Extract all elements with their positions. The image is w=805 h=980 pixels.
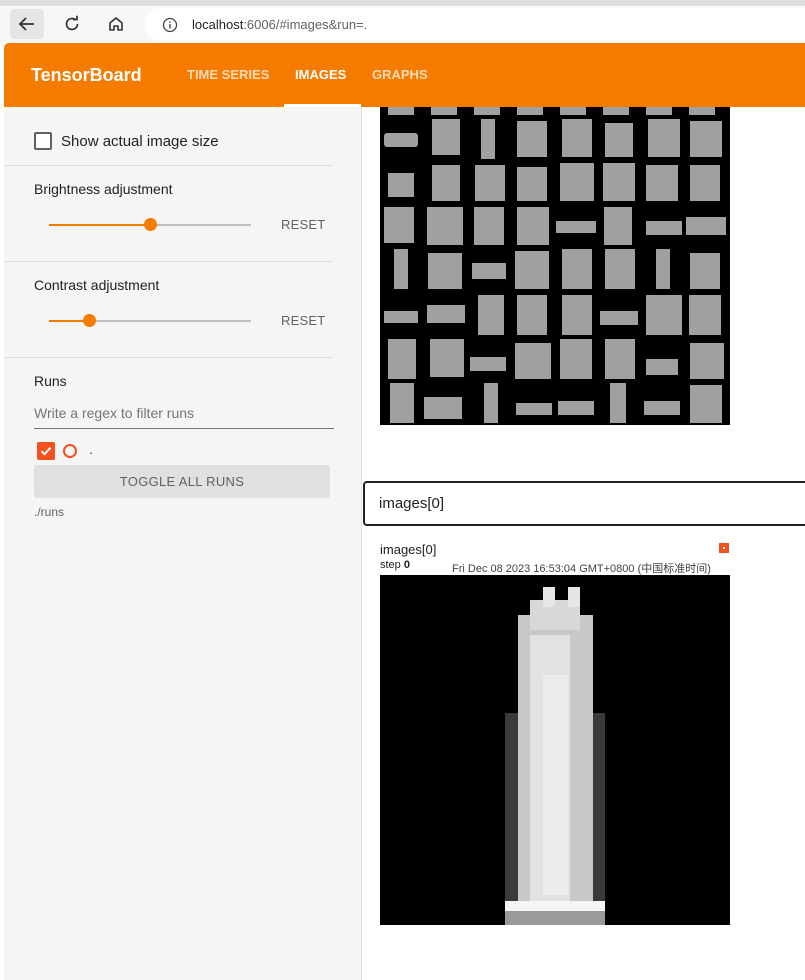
sidebar: Show actual image size Brightness adjust… bbox=[4, 107, 362, 980]
brightness-slider-thumb[interactable] bbox=[144, 218, 157, 231]
run-name: . bbox=[89, 441, 93, 457]
toggle-all-runs-button[interactable]: TOGGLE ALL RUNS bbox=[34, 465, 330, 498]
tab-images[interactable]: IMAGES bbox=[295, 67, 346, 82]
home-button[interactable] bbox=[99, 9, 133, 39]
reload-button[interactable] bbox=[55, 9, 89, 39]
run-color-icon[interactable] bbox=[63, 444, 77, 458]
fashion-mnist-grid-image bbox=[380, 107, 730, 425]
back-button[interactable] bbox=[10, 9, 44, 39]
tensorboard-header: TensorBoard TIME SERIES IMAGES GRAPHS bbox=[4, 43, 805, 107]
step-value: 0 bbox=[403, 559, 410, 571]
app-title: TensorBoard bbox=[31, 65, 142, 85]
run-checkbox[interactable] bbox=[37, 442, 55, 460]
info-icon[interactable] bbox=[162, 17, 178, 33]
brightness-label: Brightness adjustment bbox=[34, 181, 173, 197]
dress-image bbox=[380, 575, 730, 925]
home-icon bbox=[109, 17, 123, 31]
image-card-title: images[0] bbox=[380, 542, 437, 557]
url-path: :6006/#images&run=. bbox=[243, 17, 368, 32]
address-bar[interactable]: localhost:6006/#images&run=. bbox=[144, 8, 805, 41]
image-card-step: step 0 bbox=[380, 559, 410, 571]
image-card-timestamp: Fri Dec 08 2023 16:53:04 GMT+0800 (中国标准时… bbox=[452, 563, 711, 575]
step-label: step bbox=[380, 559, 401, 571]
show-actual-size-toggle[interactable]: Show actual image size bbox=[34, 132, 219, 150]
brightness-slider-fill bbox=[49, 224, 150, 226]
show-actual-size-checkbox[interactable] bbox=[34, 132, 52, 150]
arrow-left-icon bbox=[18, 17, 34, 31]
contrast-slider[interactable] bbox=[49, 314, 251, 327]
main-content: images[0] images[0] step 0 Fri Dec 08 20… bbox=[363, 107, 805, 980]
run-item[interactable]: . bbox=[37, 441, 93, 460]
show-actual-size-label: Show actual image size bbox=[61, 132, 219, 150]
brightness-section: Brightness adjustment RESET bbox=[4, 166, 333, 262]
tab-time-series[interactable]: TIME SERIES bbox=[187, 67, 269, 82]
browser-toolbar: localhost:6006/#images&run=. bbox=[0, 0, 805, 43]
tab-graphs[interactable]: GRAPHS bbox=[372, 67, 428, 82]
reload-icon bbox=[65, 15, 79, 31]
tag-filter-value: images[0] bbox=[379, 495, 445, 512]
show-size-section: Show actual image size bbox=[4, 107, 333, 166]
brightness-slider[interactable] bbox=[49, 218, 251, 231]
tag-filter-input[interactable]: images[0] bbox=[363, 481, 805, 526]
contrast-slider-thumb[interactable] bbox=[83, 314, 96, 327]
run-color-badge bbox=[719, 543, 729, 553]
contrast-label: Contrast adjustment bbox=[34, 277, 160, 293]
checkmark-icon bbox=[40, 447, 52, 456]
runs-filter-input[interactable]: Write a regex to filter runs bbox=[34, 405, 334, 429]
runs-label: Runs bbox=[34, 373, 67, 389]
contrast-reset-button[interactable]: RESET bbox=[281, 313, 325, 328]
contrast-section: Contrast adjustment RESET bbox=[4, 262, 333, 358]
brightness-reset-button[interactable]: RESET bbox=[281, 217, 325, 232]
runs-directory: ./runs bbox=[34, 505, 65, 519]
url-host: localhost bbox=[192, 17, 244, 32]
